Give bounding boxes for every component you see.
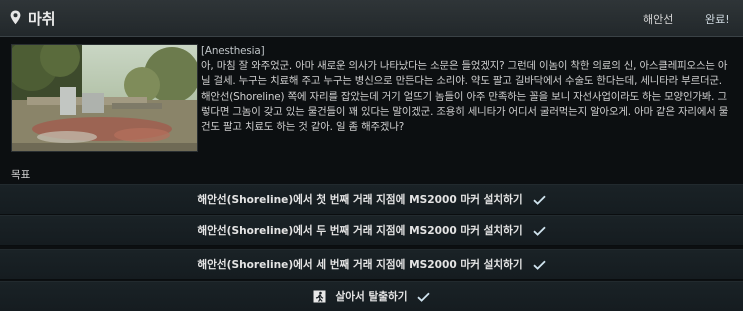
objective-row: 해안선(Shoreline)에서 세 번째 거래 지점에 MS2000 마커 설… (0, 249, 743, 280)
objective-text: 살아서 탈출하기 (335, 291, 408, 303)
exit-icon (313, 290, 326, 303)
quest-image (11, 44, 198, 152)
objectives-label: 목표 (11, 169, 31, 181)
check-icon (417, 292, 431, 302)
location-pin-icon (10, 10, 21, 25)
quest-title: 마취 (28, 10, 56, 28)
objective-text: 해안선(Shoreline)에서 첫 번째 거래 지점에 MS2000 마커 설… (197, 194, 523, 206)
check-icon (532, 195, 546, 205)
trader-name: 해안선 (643, 13, 674, 26)
quest-panel: 마취 해안선 완료! [Anesthesia] 아, 마침 잘 와주었군. 아마… (0, 0, 743, 311)
objective-row: 살아서 탈출하기 (0, 281, 743, 311)
objective-text: 해안선(Shoreline)에서 두 번째 거래 지점에 MS2000 마커 설… (197, 225, 523, 237)
quest-english-name: [Anesthesia] (201, 45, 265, 57)
shoreline-scene-image (12, 45, 197, 151)
check-icon (532, 226, 546, 236)
quest-status: 완료! (705, 13, 730, 26)
check-icon (532, 260, 546, 270)
quest-header: 마취 해안선 완료! (0, 0, 743, 37)
quest-description: [Anesthesia] 아, 마침 잘 와주었군. 아마 새로운 의사가 나타… (201, 44, 733, 135)
objective-row: 해안선(Shoreline)에서 두 번째 거래 지점에 MS2000 마커 설… (0, 215, 743, 246)
quest-description-text: 아, 마침 잘 와주었군. 아마 새로운 의사가 나타났다는 소문은 들었겠지?… (201, 60, 729, 134)
objective-text: 해안선(Shoreline)에서 세 번째 거래 지점에 MS2000 마커 설… (197, 259, 523, 271)
objective-row: 해안선(Shoreline)에서 첫 번째 거래 지점에 MS2000 마커 설… (0, 184, 743, 215)
